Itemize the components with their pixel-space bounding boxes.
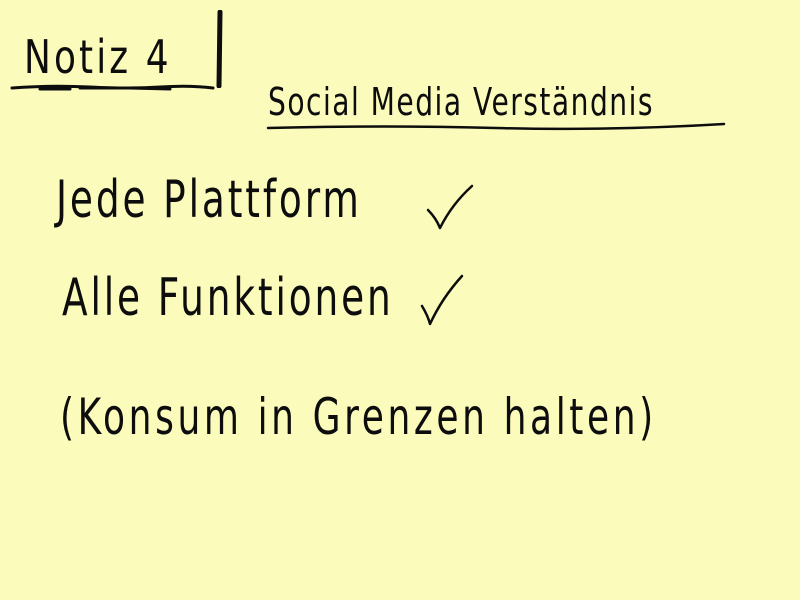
check-mark-icon (420, 274, 464, 326)
note-page: { "note": { "title": "Notiz 4", "heading… (0, 0, 800, 600)
check-mark-icon (426, 184, 474, 230)
title-vertical-stroke (216, 10, 223, 88)
heading-underline (266, 122, 726, 131)
note-line-functions: Alle Funktionen (62, 268, 394, 328)
note-line-consumption: (Konsum in Grenzen halten) (60, 388, 657, 446)
note-title: Notiz 4 (24, 30, 172, 84)
note-line-platforms: Jede Plattform (56, 170, 362, 230)
title-underline (10, 84, 215, 91)
